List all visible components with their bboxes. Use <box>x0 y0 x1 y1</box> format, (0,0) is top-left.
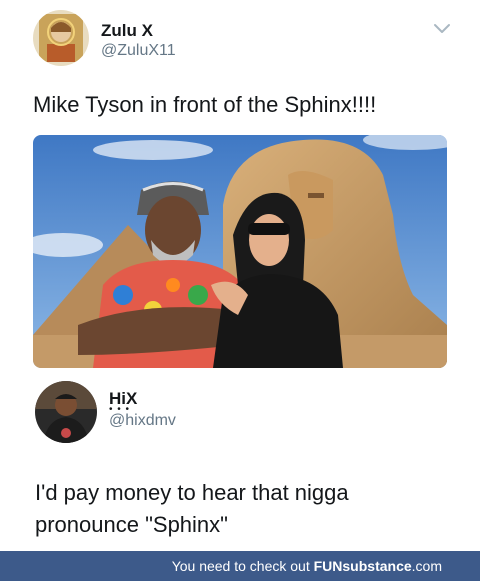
footer-text: You need to check out FUNsubstance.com <box>172 558 442 574</box>
author-handle[interactable]: @ZuluX11 <box>101 42 176 60</box>
footer-suffix: .com <box>411 558 442 574</box>
tweet-text-line-2: pronounce "Sphinx" <box>35 512 228 537</box>
chevron-down-icon[interactable] <box>433 22 451 36</box>
tweet-text-line-1: I'd pay money to hear that nigga <box>35 480 349 505</box>
tweet-photo[interactable] <box>33 135 447 368</box>
author-name[interactable]: Zulu X <box>101 21 153 41</box>
avatar-image <box>35 381 97 443</box>
avatar[interactable] <box>35 381 97 443</box>
footer-prefix: You need to check out <box>171 558 314 574</box>
avatar[interactable] <box>33 10 89 66</box>
avatar-image <box>33 10 89 66</box>
tweet-text: Mike Tyson in front of the Sphinx!!!! <box>33 92 377 117</box>
sphinx-photo <box>33 135 447 368</box>
footer-brand: FUNsubstance <box>313 558 412 574</box>
author-handle[interactable]: @hixdmv <box>109 412 176 430</box>
funsubstance-footer[interactable]: You need to check out FUNsubstance.com <box>0 551 480 581</box>
